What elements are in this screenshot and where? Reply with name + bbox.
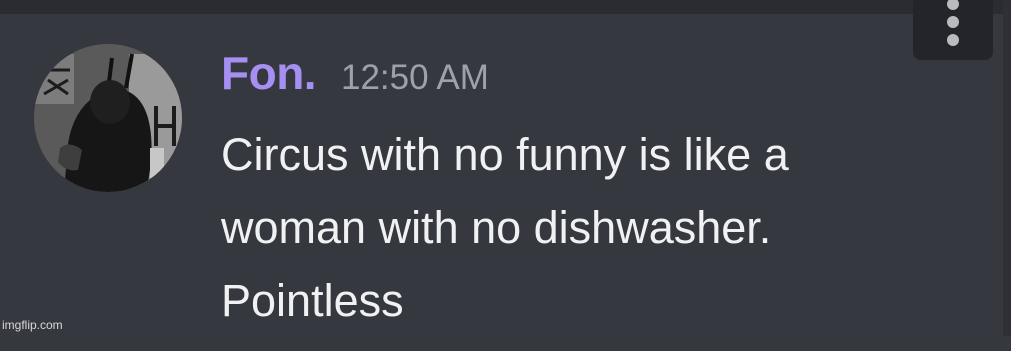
avatar-image [34, 44, 182, 192]
more-options-button[interactable] [913, 0, 993, 60]
message-line: Circus with no funny is like a [221, 129, 789, 180]
imgflip-watermark: imgflip.com [2, 318, 63, 332]
message-content: Circus with no funny is like a woman wit… [221, 132, 981, 351]
message-line: Pointless [221, 275, 404, 326]
chat-message: Fon. 12:50 AM Circus with no funny is li… [0, 14, 1003, 336]
message-timestamp: 12:50 AM [341, 58, 489, 97]
message-line: woman with no dishwasher. [221, 202, 772, 253]
scroll-gutter [1003, 0, 1011, 336]
user-avatar[interactable] [34, 44, 182, 192]
window-top-bar [0, 0, 1011, 14]
more-vertical-icon [947, 0, 959, 46]
username[interactable]: Fon. [221, 50, 317, 96]
